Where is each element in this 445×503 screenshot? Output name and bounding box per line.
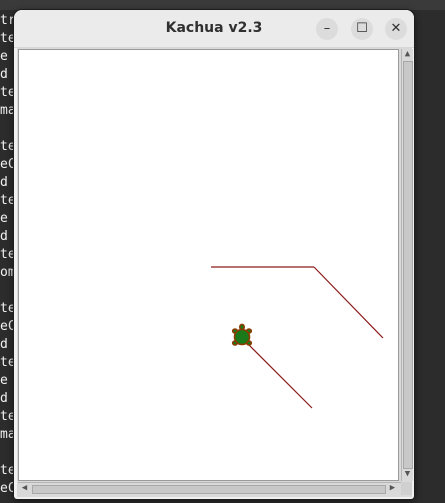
- vertical-scroll-thumb[interactable]: [403, 61, 413, 469]
- horizontal-scroll-thumb[interactable]: [32, 485, 386, 494]
- turtle-shell: [233, 328, 251, 346]
- trail-segment: [242, 338, 313, 409]
- scroll-up-arrow[interactable]: ▲: [402, 49, 413, 60]
- kachua-window: Kachua v2.3 – ☐ ✕ ▲ ▼ ◀ ▶: [14, 10, 414, 499]
- minimize-button[interactable]: –: [316, 18, 338, 40]
- title-bar[interactable]: Kachua v2.3 – ☐ ✕: [14, 10, 414, 48]
- scrollbar-corner: [401, 482, 412, 495]
- horizontal-scrollbar[interactable]: ◀ ▶: [18, 482, 401, 496]
- terminal-top-bar: [0, 0, 445, 10]
- trail-segment: [313, 266, 384, 339]
- scroll-down-arrow[interactable]: ▼: [402, 469, 413, 480]
- maximize-button[interactable]: ☐: [351, 18, 373, 40]
- close-button[interactable]: ✕: [385, 18, 407, 40]
- canvas-frame: ▲ ▼ ◀ ▶: [17, 48, 413, 497]
- turtle-icon: [231, 323, 253, 346]
- scroll-left-arrow[interactable]: ◀: [19, 483, 30, 494]
- vertical-scrollbar[interactable]: ▲ ▼: [401, 49, 413, 481]
- turtle-drawing: [211, 266, 384, 409]
- scroll-right-arrow[interactable]: ▶: [387, 483, 398, 494]
- drawing-canvas[interactable]: [18, 49, 399, 481]
